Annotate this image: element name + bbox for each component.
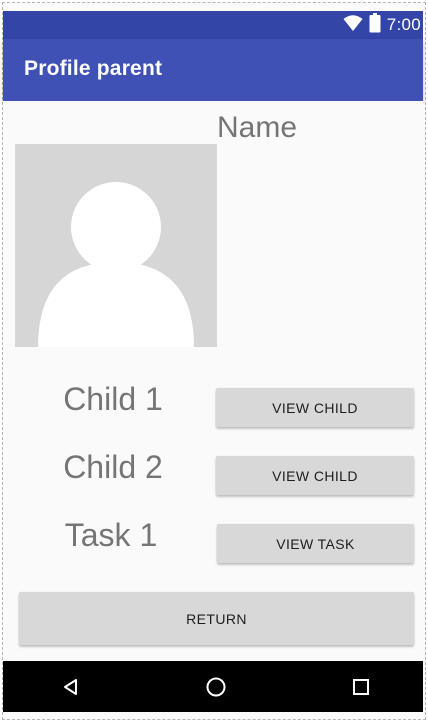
status-icons: 7:00 xyxy=(343,11,421,39)
wifi-icon xyxy=(343,14,363,37)
nav-recents-button[interactable] xyxy=(331,661,391,712)
profile-avatar xyxy=(15,144,217,347)
status-bar: 7:00 xyxy=(3,11,423,39)
nav-home-button[interactable] xyxy=(186,661,246,712)
view-child-1-button[interactable]: VIEW CHILD xyxy=(216,388,414,427)
child-1-label: Child 1 xyxy=(63,381,163,417)
app-title: Profile parent xyxy=(24,57,163,80)
recents-icon xyxy=(353,678,369,695)
status-time: 7:00 xyxy=(386,15,421,34)
child-2-label: Child 2 xyxy=(63,449,163,485)
home-icon xyxy=(206,677,226,696)
app-bar: Profile parent xyxy=(3,39,423,101)
profile-content: Name Child 1 VIEW CHILD Child 2 VIEW CHI… xyxy=(3,101,423,661)
profile-name-label: Name xyxy=(217,111,298,144)
back-icon xyxy=(64,678,77,695)
view-task-1-button[interactable]: VIEW TASK xyxy=(217,524,414,563)
navigation-bar xyxy=(3,661,423,712)
person-placeholder-icon xyxy=(38,182,194,347)
battery-icon xyxy=(369,12,381,38)
task-1-label: Task 1 xyxy=(64,517,158,553)
nav-back-button[interactable] xyxy=(41,661,101,712)
return-button[interactable]: RETURN xyxy=(19,592,414,645)
view-child-2-button[interactable]: VIEW CHILD xyxy=(216,456,414,495)
